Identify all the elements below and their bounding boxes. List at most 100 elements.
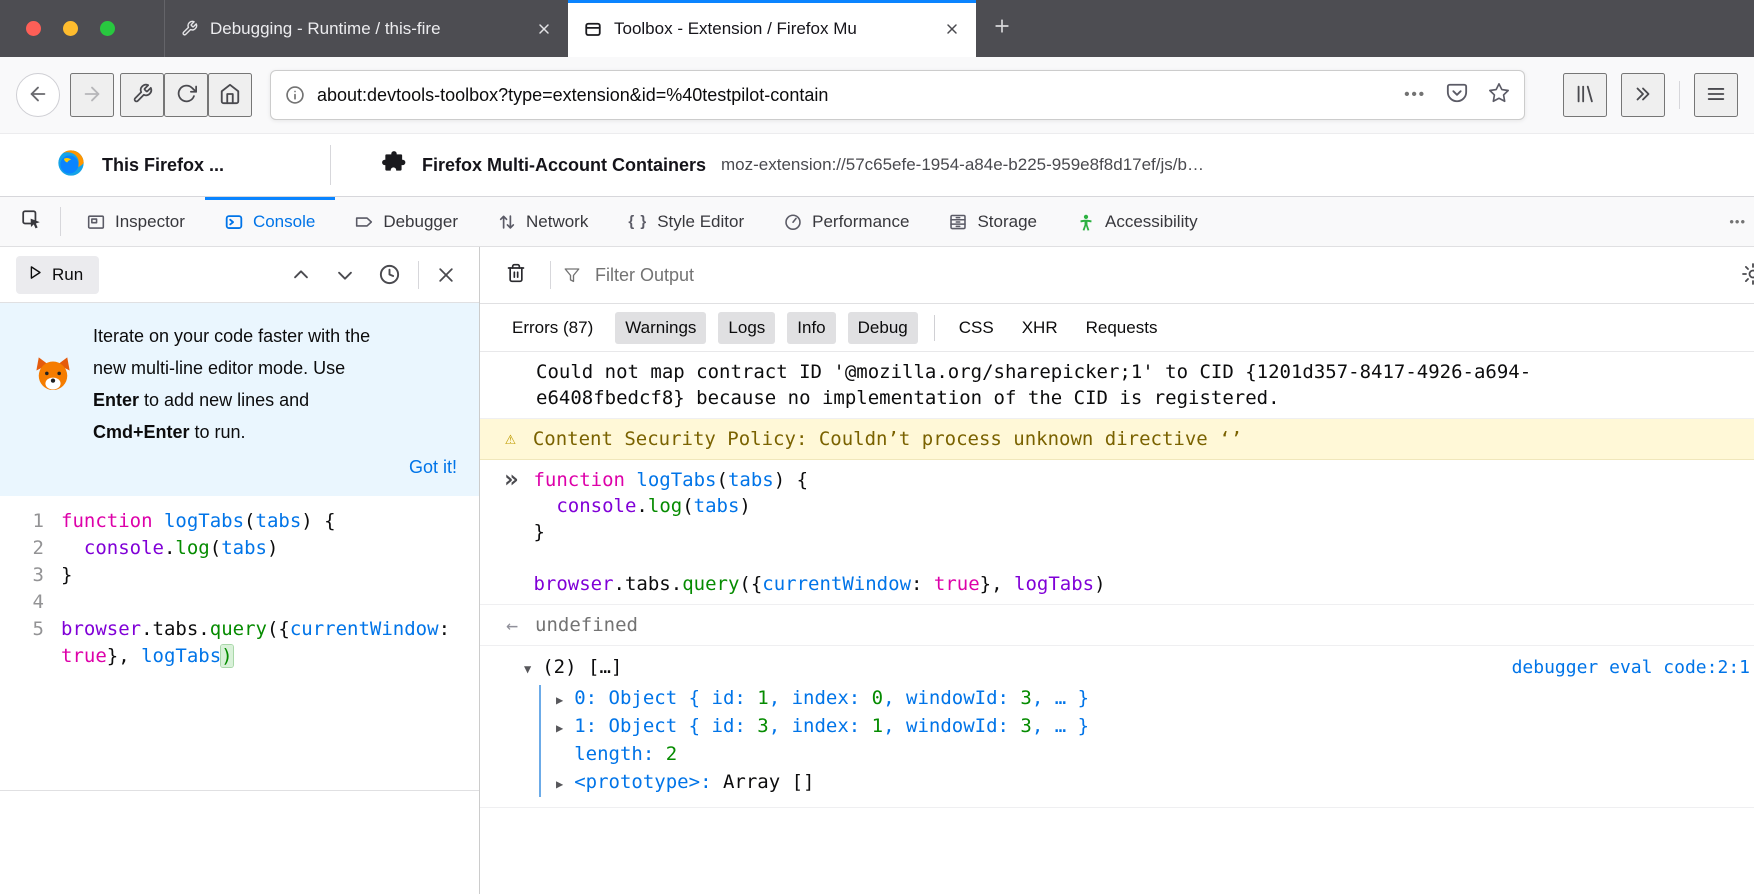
app-menu-button[interactable] <box>1694 73 1738 117</box>
debugger-icon <box>355 213 373 231</box>
filter-debug[interactable]: Debug <box>848 312 918 344</box>
tab-storage[interactable]: Storage <box>929 197 1057 246</box>
object-property-row: ▶0: Object { id: 1, index: 0, windowId: … <box>556 685 1750 713</box>
editor-line[interactable]: 1function logTabs(tabs) { <box>0 508 479 535</box>
devtools-tabbar: Inspector Console Debugger Network Style… <box>0 197 1754 247</box>
line-number: 2 <box>0 535 61 562</box>
filter-info[interactable]: Info <box>787 312 835 344</box>
editor-line[interactable]: true}, logTabs) <box>0 643 479 670</box>
info-icon[interactable] <box>285 85 305 105</box>
next-expression-button[interactable] <box>323 264 367 286</box>
extension-url: moz-extension://57c65efe-1954-a84e-b225-… <box>721 155 1754 175</box>
storage-icon <box>949 213 967 231</box>
forward-arrow-icon <box>81 83 103 108</box>
console-settings-gear-icon[interactable] <box>1741 262 1754 286</box>
run-button[interactable]: Run <box>16 256 99 294</box>
editor-line[interactable]: 2 console.log(tabs) <box>0 535 479 562</box>
editor-line[interactable]: 4 <box>0 589 479 616</box>
editor-line[interactable]: 5browser.tabs.query({currentWindow: <box>0 616 479 643</box>
url-text[interactable]: about:devtools-toolbox?type=extension&id… <box>317 85 1394 106</box>
tab-title: Toolbox - Extension / Firefox Mu <box>614 19 936 39</box>
line-number: 3 <box>0 562 61 589</box>
tab-inspector[interactable]: Inspector <box>67 197 205 246</box>
editor-code[interactable]: 1function logTabs(tabs) {2 console.log(t… <box>0 496 479 894</box>
reload-button[interactable] <box>164 73 208 117</box>
more-tools-menu-button[interactable] <box>1725 197 1750 246</box>
console-message-error: Could not map contract ID '@mozilla.org/… <box>480 352 1754 419</box>
collapse-twisty-icon[interactable]: ▼ <box>524 656 531 682</box>
trash-icon <box>506 263 526 288</box>
play-icon <box>28 265 43 285</box>
line-number: 5 <box>0 616 61 643</box>
inspector-icon <box>87 213 105 231</box>
close-icon[interactable] <box>944 21 960 37</box>
expand-twisty-icon[interactable]: ▶ <box>556 715 563 741</box>
tab-style-editor[interactable]: Style Editor <box>608 197 764 246</box>
console-icon <box>225 213 243 231</box>
tab-network[interactable]: Network <box>478 197 608 246</box>
braces-icon <box>628 213 647 230</box>
console-toolbar <box>480 247 1754 304</box>
bookmark-star-icon[interactable] <box>1488 82 1510 109</box>
browser-toolbox-button[interactable] <box>120 73 164 117</box>
filter-output-input[interactable] <box>593 264 1754 287</box>
back-button[interactable] <box>16 73 60 117</box>
filter-css[interactable]: CSS <box>951 312 1002 344</box>
forward-button[interactable] <box>70 73 114 117</box>
previous-expression-button[interactable] <box>279 264 323 286</box>
pocket-icon[interactable] <box>1446 82 1468 109</box>
navigation-toolbar: about:devtools-toolbox?type=extension&id… <box>0 57 1754 133</box>
object-property-row: ▶1: Object { id: 3, index: 1, windowId: … <box>556 713 1750 741</box>
toolbar-separator <box>418 261 419 289</box>
tab-accessibility[interactable]: Accessibility <box>1057 197 1218 246</box>
close-icon[interactable] <box>536 21 552 37</box>
tab-debugger[interactable]: Debugger <box>335 197 478 246</box>
home-button[interactable] <box>208 73 252 117</box>
wrench-icon <box>181 20 198 37</box>
tab-label: Network <box>526 212 588 232</box>
zoom-window-button[interactable] <box>100 21 115 36</box>
console-output[interactable]: Could not map contract ID '@mozilla.org/… <box>480 352 1754 894</box>
toolbar-separator <box>1679 81 1680 109</box>
library-button[interactable] <box>1563 73 1607 117</box>
console-pane: Errors (87) Warnings Logs Info Debug CSS XHR R… <box>480 247 1754 894</box>
url-bar[interactable]: about:devtools-toolbox?type=extension&id… <box>270 70 1525 120</box>
new-tab-button[interactable] <box>976 0 1028 57</box>
input-prompt-icon: » <box>504 467 518 492</box>
page-actions-icon[interactable] <box>1404 86 1426 104</box>
line-number <box>0 643 61 670</box>
filter-requests[interactable]: Requests <box>1078 312 1166 344</box>
filter-errors-87[interactable]: Errors (87) <box>502 312 603 344</box>
browser-tab-debugging[interactable]: Debugging - Runtime / this-fire <box>164 0 568 57</box>
filter-xhr[interactable]: XHR <box>1014 312 1066 344</box>
filter-warnings[interactable]: Warnings <box>615 312 706 344</box>
tab-console[interactable]: Console <box>205 197 335 246</box>
hamburger-menu-icon <box>1705 83 1727 108</box>
tab-performance[interactable]: Performance <box>764 197 929 246</box>
got-it-link[interactable]: Got it! <box>93 451 457 483</box>
warning-triangle-icon: ⚠ <box>505 426 516 452</box>
browser-tab-toolbox[interactable]: Toolbox - Extension / Firefox Mu <box>568 0 976 57</box>
overflow-menu-button[interactable] <box>1621 73 1665 117</box>
expand-twisty-icon[interactable]: ▶ <box>556 687 563 713</box>
console-message-evaluation-result: ▼(2) […]debugger eval code:2:1▶0: Object… <box>480 646 1754 808</box>
filter-separator <box>934 315 935 341</box>
tab-label: Inspector <box>115 212 185 232</box>
close-window-button[interactable] <box>26 21 41 36</box>
runtime-info: This Firefox ... <box>0 148 330 183</box>
line-number: 4 <box>0 589 61 616</box>
source-location-link[interactable]: debugger eval code:2:1 <box>1492 655 1750 681</box>
editor-line[interactable]: 3} <box>0 562 479 589</box>
node-picker-icon <box>21 209 42 235</box>
expand-twisty-icon[interactable]: ▶ <box>556 771 563 797</box>
node-picker-button[interactable] <box>8 197 54 246</box>
library-icon <box>1574 83 1596 108</box>
editor-pane: Run I <box>0 247 480 894</box>
network-updown-icon <box>498 213 516 231</box>
clear-console-button[interactable] <box>494 263 538 288</box>
minimize-window-button[interactable] <box>63 21 78 36</box>
close-editor-button[interactable] <box>425 265 467 285</box>
toolbox-icon <box>584 20 602 38</box>
filter-logs[interactable]: Logs <box>718 312 775 344</box>
history-clock-button[interactable] <box>367 263 412 286</box>
